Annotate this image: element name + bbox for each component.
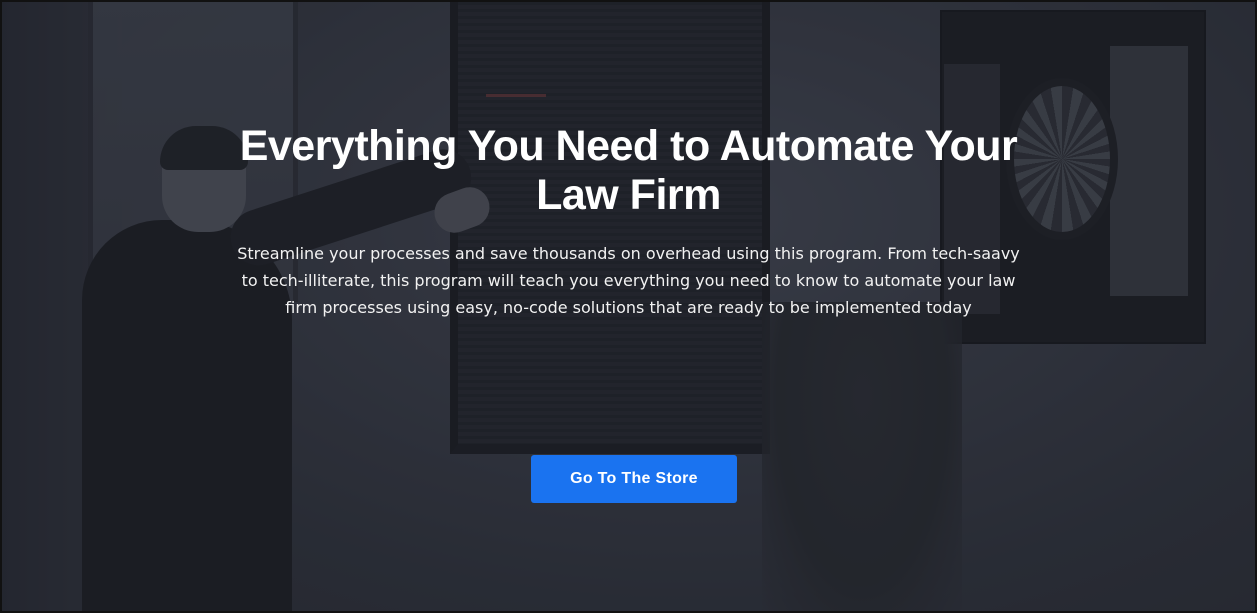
hero-subtext: Streamline your processes and save thous… <box>237 244 1020 317</box>
page-frame: Everything You Need to Automate Your Law… <box>0 0 1257 613</box>
hero-section: Everything You Need to Automate Your Law… <box>2 2 1255 611</box>
hero-headline: Everything You Need to Automate Your Law… <box>239 122 1018 219</box>
go-to-store-button[interactable]: Go To The Store <box>531 455 737 503</box>
hero-content: Everything You Need to Automate Your Law… <box>2 122 1255 321</box>
